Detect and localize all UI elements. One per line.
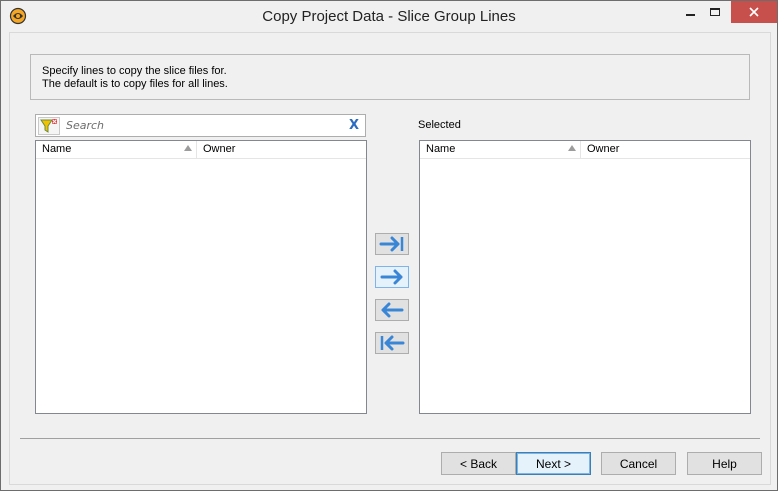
- column-header-name[interactable]: Name: [36, 141, 197, 159]
- add-all-button[interactable]: [375, 233, 409, 255]
- close-icon: [749, 7, 759, 17]
- cancel-button[interactable]: Cancel: [601, 452, 676, 475]
- maximize-button[interactable]: [698, 1, 732, 23]
- close-button[interactable]: [731, 1, 777, 23]
- filter-icon: [40, 119, 57, 133]
- instructions-line-1: Specify lines to copy the slice files fo…: [42, 65, 227, 77]
- selected-list-label: Selected: [418, 119, 461, 131]
- available-lines-list[interactable]: Name Owner: [35, 140, 367, 414]
- back-button[interactable]: < Back: [441, 452, 516, 475]
- column-header-owner[interactable]: Owner: [581, 141, 750, 159]
- title-bar[interactable]: Copy Project Data - Slice Group Lines: [1, 1, 777, 32]
- maximize-icon: [710, 8, 720, 16]
- next-button[interactable]: Next >: [516, 452, 591, 475]
- arrow-right-to-bar-icon: [379, 236, 404, 252]
- arrow-right-icon: [380, 269, 403, 285]
- footer-divider: [20, 438, 760, 439]
- clear-search-button[interactable]: X: [349, 118, 359, 133]
- list-header: Name Owner: [420, 141, 750, 159]
- column-header-label: Name: [42, 143, 72, 155]
- sort-ascending-icon: [568, 145, 576, 151]
- column-header-label: Name: [426, 143, 456, 155]
- filter-button[interactable]: [38, 117, 60, 135]
- column-header-label: Owner: [203, 143, 236, 155]
- arrow-left-icon: [381, 302, 404, 318]
- search-bar: X: [35, 114, 366, 137]
- column-header-name[interactable]: Name: [420, 141, 581, 159]
- list-header: Name Owner: [36, 141, 366, 159]
- instructions-line-2: The default is to copy files for all lin…: [42, 78, 228, 90]
- minimize-icon: [685, 14, 695, 16]
- add-selected-button[interactable]: [375, 266, 409, 288]
- column-header-owner[interactable]: Owner: [197, 141, 366, 159]
- remove-selected-button[interactable]: [375, 299, 409, 321]
- dialog-window: Copy Project Data - Slice Group Lines Sp…: [0, 0, 778, 491]
- instructions-box: Specify lines to copy the slice files fo…: [30, 54, 750, 100]
- remove-all-button[interactable]: [375, 332, 409, 354]
- help-button[interactable]: Help: [687, 452, 762, 475]
- column-header-label: Owner: [587, 143, 620, 155]
- arrow-left-to-bar-icon: [380, 335, 405, 351]
- dialog-body: Specify lines to copy the slice files fo…: [9, 32, 771, 485]
- window-title: Copy Project Data - Slice Group Lines: [262, 8, 516, 25]
- sort-ascending-icon: [184, 145, 192, 151]
- search-input[interactable]: [64, 117, 334, 134]
- selected-lines-list[interactable]: Name Owner: [419, 140, 751, 414]
